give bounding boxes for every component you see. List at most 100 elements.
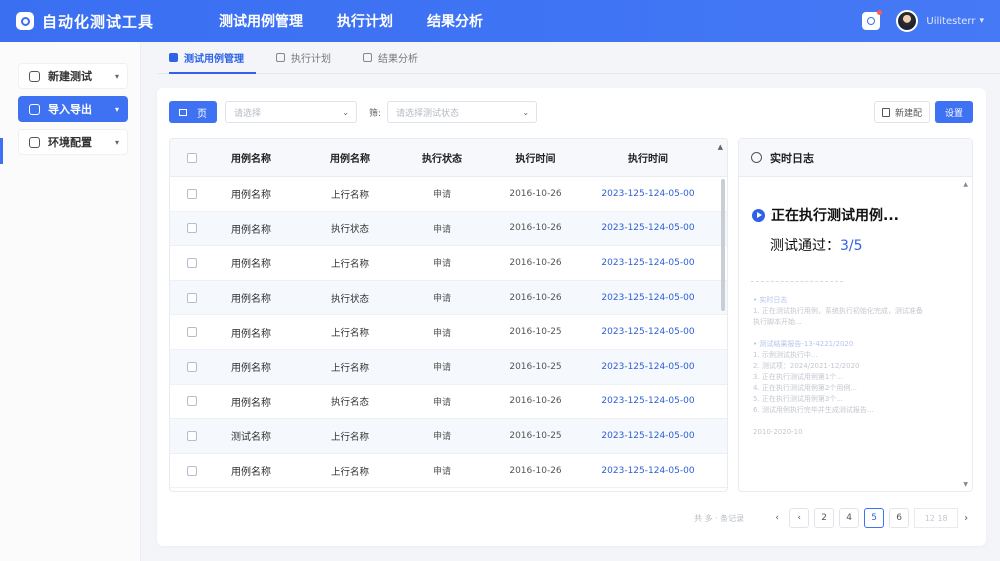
case-name-cell: 测试名称 <box>231 432 271 444</box>
page-number[interactable]: 2 <box>814 508 835 528</box>
row-checkbox[interactable] <box>187 327 197 338</box>
chevron-down-icon[interactable]: ▾ <box>979 16 984 26</box>
row-checkbox[interactable] <box>187 223 197 234</box>
page-number[interactable]: 6 <box>889 508 910 528</box>
row-checkbox[interactable] <box>187 430 197 441</box>
sidebar-item-environment[interactable]: 环境配置 ▾ <box>18 129 128 155</box>
sidebar-item-label: 新建测试 <box>48 70 92 83</box>
exec-time-cell[interactable]: 2023-125-124-05-00 <box>583 189 713 199</box>
table-row[interactable]: 用例名称 执行状态 申请 2016-10-26 2023-125-124-05-00 <box>170 280 727 316</box>
settings-button[interactable]: 设置 <box>935 101 973 123</box>
sidebar-item-import-export[interactable]: 导入导出 ▾ <box>18 96 128 122</box>
row-checkbox[interactable] <box>187 188 197 199</box>
environment-icon <box>29 136 40 148</box>
page-icon <box>179 108 187 116</box>
exec-time-cell[interactable]: 2023-125-124-05-00 <box>583 466 713 476</box>
column-header[interactable]: 用例名称 <box>214 150 304 165</box>
exec-time-cell[interactable]: 2023-125-124-05-00 <box>583 362 713 372</box>
filter-select-2[interactable]: 请选择测试状态 ⌄ <box>387 101 538 123</box>
row-checkbox[interactable] <box>187 257 197 268</box>
table-row[interactable]: 用例名称 执行状态 申请 2016-10-26 2023-125-124-05-00 <box>170 211 727 247</box>
log-line: 2010-2020-10 <box>753 428 803 436</box>
exec-time-cell[interactable]: 2023-125-124-05-00 <box>583 327 713 337</box>
table-row[interactable]: 用例名称 上行名称 申请 2016-10-25 2023-125-124-05-00 <box>170 349 727 385</box>
nav-result-analysis[interactable]: 结果分析 <box>427 11 483 31</box>
case-name-cell: 用例名称 <box>231 190 271 202</box>
log-lines: • 实时日志 1. 正在测试执行用例，系统执行初始化完成，测试准备 执行脚本开始.… <box>753 295 953 438</box>
tab-test-case-management[interactable]: 测试用例管理 <box>157 41 256 74</box>
table-row[interactable]: 用例名称 上行名称 申请 2016-10-26 2023-125-124-05-00 <box>170 177 727 212</box>
sidebar-item-new-test[interactable]: 新建测试 ▾ <box>18 63 128 89</box>
next-page-icon[interactable]: › <box>964 513 968 524</box>
app-logo[interactable]: 自动化测试工具 <box>16 11 196 32</box>
new-config-button[interactable]: 新建配 <box>874 101 930 123</box>
scroll-up-icon[interactable]: ▲ <box>963 181 968 188</box>
nav-test-case-management[interactable]: 测试用例管理 <box>219 11 303 31</box>
date-cell: 2016-10-26 <box>509 188 562 199</box>
status-cell: 申请 <box>432 467 451 478</box>
row-checkbox[interactable] <box>187 465 197 476</box>
notification-icon[interactable] <box>862 10 883 30</box>
pass-value: 3/5 <box>840 238 863 254</box>
username[interactable]: Uilitesterr <box>926 16 975 27</box>
exec-time-cell[interactable]: 2023-125-124-05-00 <box>583 223 713 233</box>
page-number-active[interactable]: 5 <box>864 508 885 528</box>
case-name-cell: 用例名称 <box>231 467 271 479</box>
page-jump-input[interactable]: 12 18 <box>914 508 959 528</box>
exec-time-cell[interactable]: 2023-125-124-05-00 <box>583 258 713 268</box>
row-checkbox[interactable] <box>187 361 197 372</box>
filter-label: 筛: <box>369 108 382 119</box>
name-cell: 执行状态 <box>330 293 369 305</box>
name-cell: 上行名称 <box>330 189 369 201</box>
page-button-label: 页 <box>197 108 207 120</box>
tab-execution-plan[interactable]: 执行计划 <box>264 41 343 73</box>
prev-page-icon[interactable]: ‹ <box>770 508 785 528</box>
column-header[interactable]: 执行时间 <box>583 150 713 165</box>
status-cell: 申请 <box>432 259 451 270</box>
new-config-label: 新建配 <box>894 108 922 119</box>
main-panel: 页 请选择 ⌄ 筛: 请选择测试状态 ⌄ 新建配 设置 用例名称 用例名称 执行… <box>157 88 986 546</box>
scroll-down-icon[interactable]: ▼ <box>963 481 968 488</box>
table-row[interactable]: 用例名称 上行名称 申请 2016-10-25 2023-125-124-05-00 <box>170 315 727 350</box>
new-file-icon <box>881 107 890 117</box>
row-checkbox[interactable] <box>187 292 197 303</box>
prev-page-button[interactable]: ‹ <box>789 508 810 528</box>
table-row[interactable]: 用例名称 上行名称 申请 2016-10-26 2023-125-124-05-00 <box>170 246 727 281</box>
table-row[interactable]: 用例名称 上行名称 申请 2016-10-26 2023-125-124-05-00 <box>170 454 727 489</box>
exec-time-cell[interactable]: 2023-125-124-05-00 <box>583 293 713 303</box>
status-cell: 申请 <box>432 397 451 408</box>
exec-time-cell[interactable]: 2023-125-124-05-00 <box>583 431 713 441</box>
column-header[interactable]: 执行时间 <box>488 150 583 165</box>
page-button[interactable]: 页 <box>169 101 217 123</box>
running-status: 正在执行测试用例... <box>752 205 899 225</box>
select-all-checkbox[interactable] <box>187 152 197 163</box>
avatar[interactable] <box>896 10 919 32</box>
pagination-info: 共 多 · 条记录 <box>694 513 745 523</box>
row-select-cell <box>170 292 214 303</box>
sort-icon[interactable]: ▲ <box>718 143 723 151</box>
page-number[interactable]: 4 <box>839 508 860 528</box>
user-area: Uilitesterr ▾ <box>862 0 984 42</box>
top-bar: 自动化测试工具 测试用例管理 执行计划 结果分析 Uilitesterr ▾ <box>0 0 1000 42</box>
exec-time-cell[interactable]: 2023-125-124-05-00 <box>583 396 713 406</box>
nav-execution-plan[interactable]: 执行计划 <box>337 11 393 31</box>
filter-select-1[interactable]: 请选择 ⌄ <box>225 101 357 123</box>
app-title: 自动化测试工具 <box>42 12 155 31</box>
name-cell: 上行名称 <box>330 328 369 340</box>
log-header: 实时日志 <box>739 139 972 177</box>
log-line: 6. 测试用例执行完毕并生成测试报告... <box>753 406 874 414</box>
chevron-down-icon: ▾ <box>114 104 119 114</box>
column-header[interactable]: 用例名称 <box>304 150 396 165</box>
column-header[interactable]: 执行状态 <box>396 150 488 165</box>
row-select-cell <box>170 396 214 407</box>
log-line: 4. 正在执行测试用例第2个用例... <box>753 384 858 392</box>
table-row[interactable]: 测试名称 上行名称 申请 2016-10-25 2023-125-124-05-00 <box>170 419 727 454</box>
table-header: 用例名称 用例名称 执行状态 执行时间 执行时间 ▲ <box>170 139 727 177</box>
log-panel: 实时日志 ▲ 正在执行测试用例... 测试通过：3/5 • 实时日志 1. 正在测… <box>738 138 973 492</box>
name-cell: 上行名称 <box>330 258 369 270</box>
plan-icon <box>276 52 285 62</box>
tab-result-analysis[interactable]: 结果分析 <box>351 41 430 73</box>
table-row[interactable]: 用例名称 执行名态 申请 2016-10-26 2023-125-124-05-00 <box>170 385 727 420</box>
table-scrollbar[interactable] <box>721 179 725 311</box>
row-checkbox[interactable] <box>187 396 197 407</box>
